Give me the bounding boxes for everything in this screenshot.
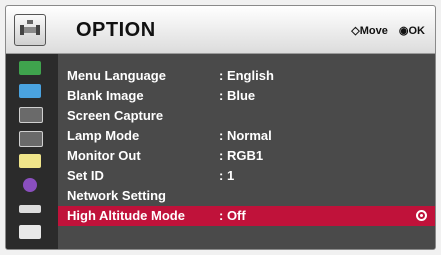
move-hint: ◇Move <box>351 25 388 37</box>
option-icon[interactable] <box>19 154 41 168</box>
menu-item-blank-image[interactable]: Blank Image : Blue <box>58 86 435 106</box>
audio-icon[interactable] <box>19 84 41 98</box>
option-toolbox-icon <box>14 14 46 46</box>
menu-item-menu-language[interactable]: Menu Language : English <box>58 66 435 86</box>
option-list: Menu Language : English Blank Image : Bl… <box>58 54 435 249</box>
ok-hint: ◉OK <box>398 25 425 37</box>
ok-button-icon: ◉ <box>398 25 409 37</box>
option-menu-panel: OPTION ◇Move ◉OK Menu Language : English… <box>5 5 436 250</box>
menu-item-monitor-out[interactable]: Monitor Out : RGB1 <box>58 146 435 166</box>
menu-item-lamp-mode[interactable]: Lamp Mode : Normal <box>58 126 435 146</box>
page-title: OPTION <box>76 19 156 41</box>
menu-item-set-id[interactable]: Set ID : 1 <box>58 166 435 186</box>
key-hints: ◇Move ◉OK <box>343 24 425 37</box>
input-icon[interactable] <box>19 205 41 213</box>
clock-icon[interactable] <box>19 131 43 147</box>
menu-item-network-setting[interactable]: Network Setting <box>58 186 435 206</box>
menu-item-screen-capture[interactable]: Screen Capture <box>58 106 435 126</box>
timer-icon[interactable] <box>19 107 43 123</box>
picture-icon[interactable] <box>19 61 41 75</box>
category-sidebar <box>6 54 58 249</box>
info-icon[interactable] <box>23 178 37 192</box>
selected-radio-icon <box>416 210 427 221</box>
menu-header: OPTION ◇Move ◉OK <box>6 6 435 54</box>
screen-frame: OPTION ◇Move ◉OK Menu Language : English… <box>0 0 441 255</box>
move-arrows-icon: ◇ <box>351 25 360 37</box>
menu-item-high-altitude-mode[interactable]: High Altitude Mode : Off <box>58 206 435 226</box>
media-icon[interactable] <box>19 225 41 239</box>
